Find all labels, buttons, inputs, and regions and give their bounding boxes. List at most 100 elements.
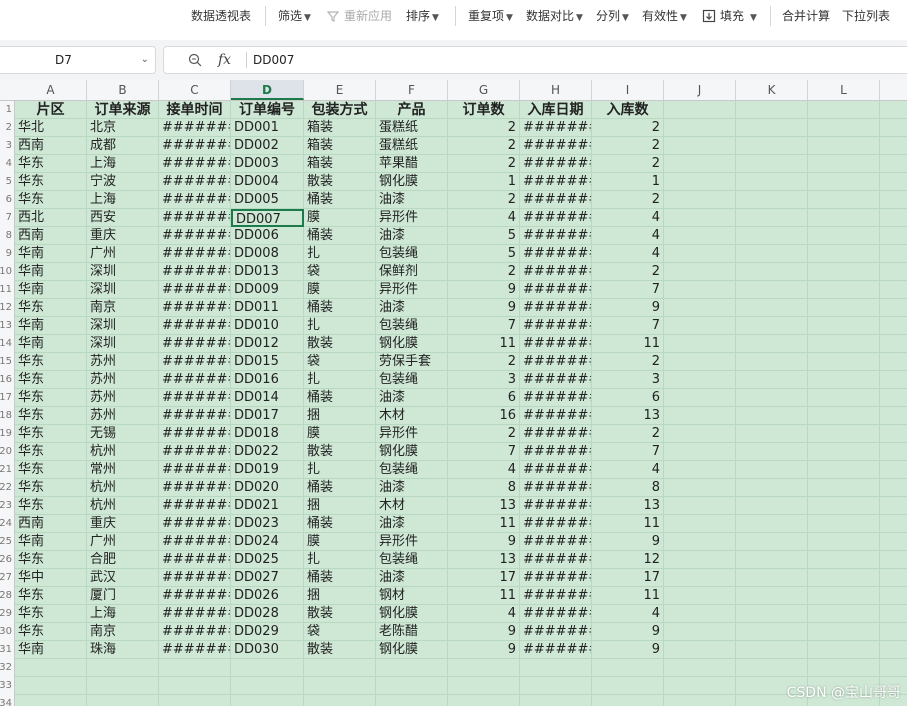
table-cell[interactable]: 12 (592, 551, 664, 569)
table-cell[interactable] (664, 497, 736, 515)
split-button[interactable]: 分列 ▼ (596, 7, 629, 25)
table-cell[interactable]: ######## (520, 245, 592, 263)
header-cell[interactable]: 产品 (376, 101, 448, 119)
table-cell[interactable]: ######## (520, 155, 592, 173)
table-cell[interactable]: ######## (520, 119, 592, 137)
table-cell[interactable]: 扎 (304, 461, 376, 479)
table-cell[interactable] (880, 389, 907, 407)
table-cell[interactable]: 西南 (15, 137, 87, 155)
table-cell[interactable]: 油漆 (376, 569, 448, 587)
table-cell[interactable] (808, 281, 880, 299)
table-cell[interactable] (520, 695, 592, 706)
table-cell[interactable] (808, 551, 880, 569)
table-cell[interactable] (808, 191, 880, 209)
table-cell[interactable]: ######## (520, 263, 592, 281)
header-cell[interactable]: 订单数 (448, 101, 520, 119)
table-cell[interactable]: 油漆 (376, 299, 448, 317)
table-cell[interactable]: ######## (159, 533, 231, 551)
table-cell[interactable]: 17 (592, 569, 664, 587)
table-cell[interactable]: 4 (448, 605, 520, 623)
table-cell[interactable] (736, 317, 808, 335)
table-cell[interactable]: 13 (448, 551, 520, 569)
table-cell[interactable]: ######## (159, 317, 231, 335)
table-cell[interactable]: ######## (159, 605, 231, 623)
table-cell[interactable]: 合肥 (87, 551, 159, 569)
table-cell[interactable]: 异形件 (376, 281, 448, 299)
table-cell[interactable] (736, 479, 808, 497)
table-cell[interactable]: 深圳 (87, 335, 159, 353)
table-cell[interactable] (664, 155, 736, 173)
table-cell[interactable] (880, 191, 907, 209)
table-cell[interactable]: 11 (448, 335, 520, 353)
formula-input[interactable]: fx DD007 (163, 46, 907, 74)
row-header[interactable]: 15 (0, 353, 12, 371)
row-header[interactable]: 10 (0, 263, 12, 281)
table-cell[interactable]: 苹果醋 (376, 155, 448, 173)
table-cell[interactable]: 西南 (15, 227, 87, 245)
table-cell[interactable] (880, 353, 907, 371)
table-cell[interactable] (664, 623, 736, 641)
table-cell[interactable] (664, 659, 736, 677)
table-cell[interactable] (808, 443, 880, 461)
table-cell[interactable]: ######## (159, 173, 231, 191)
table-cell[interactable]: 重庆 (87, 515, 159, 533)
table-cell[interactable] (880, 155, 907, 173)
table-cell[interactable]: 箱装 (304, 137, 376, 155)
table-cell[interactable]: 11 (592, 587, 664, 605)
table-cell[interactable]: ######## (520, 587, 592, 605)
table-cell[interactable]: 13 (448, 497, 520, 515)
table-cell[interactable] (808, 245, 880, 263)
table-cell[interactable] (664, 587, 736, 605)
table-cell[interactable]: ######## (159, 335, 231, 353)
table-cell[interactable] (880, 587, 907, 605)
table-cell[interactable]: 重庆 (87, 227, 159, 245)
table-cell[interactable] (808, 605, 880, 623)
column-header-l[interactable]: L (808, 80, 880, 100)
table-cell[interactable] (736, 281, 808, 299)
table-cell[interactable]: DD027 (231, 569, 304, 587)
table-cell[interactable] (880, 443, 907, 461)
merge-calc-button[interactable]: 合并计算 (782, 7, 830, 25)
table-cell[interactable]: DD030 (231, 641, 304, 659)
table-cell[interactable]: 散装 (304, 641, 376, 659)
table-cell[interactable]: ######## (520, 317, 592, 335)
table-cell[interactable]: 苏州 (87, 371, 159, 389)
table-cell[interactable]: 捆 (304, 407, 376, 425)
table-cell[interactable] (880, 263, 907, 281)
table-cell[interactable] (880, 227, 907, 245)
table-cell[interactable]: DD015 (231, 353, 304, 371)
table-cell[interactable]: DD016 (231, 371, 304, 389)
table-cell[interactable] (664, 227, 736, 245)
table-cell[interactable]: 2 (448, 191, 520, 209)
column-header-g[interactable]: G (448, 80, 520, 100)
table-cell[interactable]: 钢化膜 (376, 173, 448, 191)
column-header-e[interactable]: E (304, 80, 376, 100)
table-cell[interactable]: 2 (592, 191, 664, 209)
table-cell[interactable] (664, 245, 736, 263)
row-header[interactable]: 21 (0, 461, 12, 479)
table-cell[interactable] (736, 569, 808, 587)
table-cell[interactable] (664, 299, 736, 317)
table-cell[interactable]: 捆 (304, 497, 376, 515)
table-cell[interactable] (231, 677, 304, 695)
table-cell[interactable]: ######## (159, 353, 231, 371)
table-cell[interactable] (448, 677, 520, 695)
table-cell[interactable]: DD023 (231, 515, 304, 533)
table-cell[interactable]: 6 (592, 389, 664, 407)
row-header[interactable]: 19 (0, 425, 12, 443)
table-cell[interactable] (808, 461, 880, 479)
table-cell[interactable]: DD029 (231, 623, 304, 641)
fill-button[interactable]: 填充 ▼ (702, 7, 757, 25)
table-cell[interactable]: DD002 (231, 137, 304, 155)
table-cell[interactable]: 膜 (304, 209, 376, 227)
table-cell[interactable]: 华东 (15, 299, 87, 317)
table-cell[interactable] (664, 569, 736, 587)
column-header-i[interactable]: I (592, 80, 664, 100)
table-cell[interactable] (736, 263, 808, 281)
table-cell[interactable]: ######## (520, 371, 592, 389)
row-header[interactable]: 28 (0, 587, 12, 605)
table-cell[interactable] (304, 659, 376, 677)
table-cell[interactable]: 7 (592, 281, 664, 299)
table-cell[interactable]: 4 (592, 227, 664, 245)
table-cell[interactable] (231, 659, 304, 677)
